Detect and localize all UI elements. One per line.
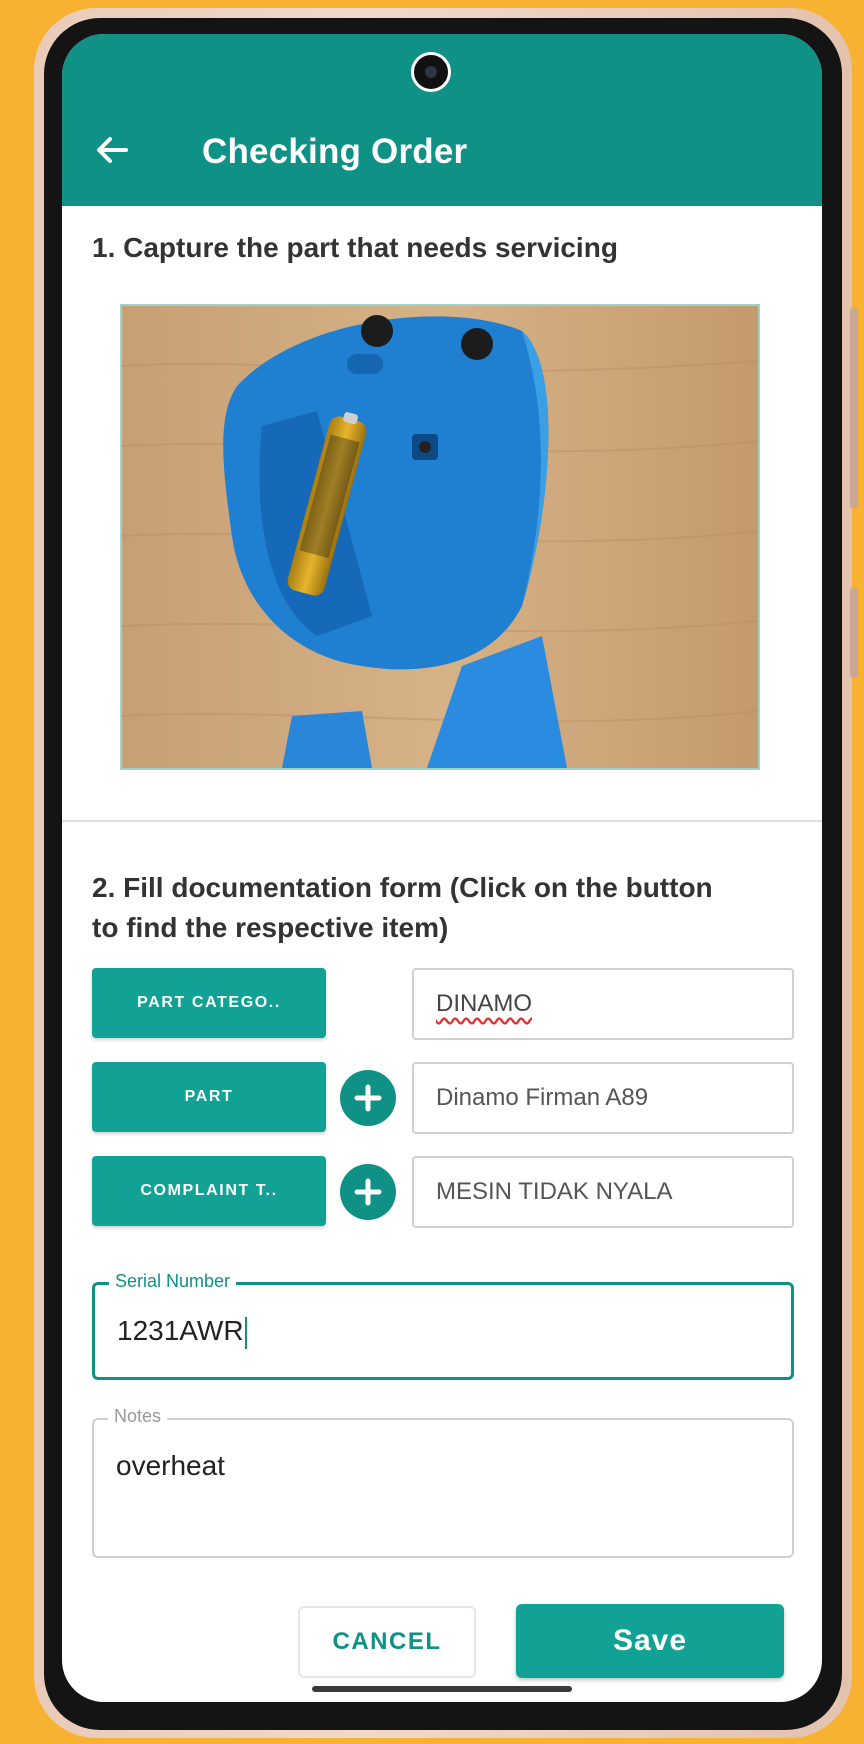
notes-value: overheat (116, 1450, 225, 1481)
step-2-label-line2: to find the respective item) (92, 912, 449, 943)
notes-input[interactable]: Notes overheat (92, 1406, 794, 1558)
captured-part-photo[interactable] (120, 304, 760, 770)
complaint-field[interactable]: MESIN TIDAK NYALA (412, 1156, 794, 1228)
text-cursor (244, 1316, 247, 1349)
add-complaint-button[interactable] (340, 1164, 396, 1220)
home-indicator[interactable] (312, 1686, 572, 1692)
step-2-label-line1: 2. Fill documentation form (Click on the… (92, 872, 713, 903)
app-bar: Checking Order (62, 34, 822, 206)
serial-number-text: 1231AWR (117, 1315, 244, 1346)
page-title: Checking Order (202, 132, 468, 171)
plus-icon (354, 1084, 382, 1112)
plus-icon (354, 1178, 382, 1206)
part-category-value: DINAMO (436, 990, 532, 1017)
serial-number-input[interactable]: Serial Number 1231AWR (92, 1271, 794, 1380)
section-divider (62, 820, 822, 822)
part-category-field[interactable]: DINAMO (412, 968, 794, 1040)
front-camera (411, 52, 451, 92)
serial-number-label: Serial Number (109, 1271, 237, 1292)
step-1-label: 1. Capture the part that needs servicing (92, 232, 618, 263)
complaint-type-button[interactable]: COMPLAINT T.. (92, 1156, 326, 1226)
part-category-button[interactable]: PART CATEGO.. (92, 968, 326, 1038)
app-screen: Checking Order 1. Capture the part that … (62, 34, 822, 1702)
save-button[interactable]: Save (516, 1604, 784, 1678)
part-button[interactable]: PART (92, 1062, 326, 1132)
add-part-button[interactable] (340, 1070, 396, 1126)
complaint-value: MESIN TIDAK NYALA (436, 1178, 673, 1205)
arrow-left-icon[interactable] (92, 130, 132, 170)
phone-side-button (850, 308, 858, 508)
serial-number-value: 1231AWR (117, 1315, 247, 1349)
phone-side-button (850, 588, 858, 678)
notes-label: Notes (108, 1406, 168, 1427)
part-field[interactable]: Dinamo Firman A89 (412, 1062, 794, 1134)
step-2-label: 2. Fill documentation form (Click on the… (92, 868, 713, 948)
cancel-button[interactable]: CANCEL (298, 1606, 476, 1678)
part-value: Dinamo Firman A89 (436, 1084, 649, 1111)
